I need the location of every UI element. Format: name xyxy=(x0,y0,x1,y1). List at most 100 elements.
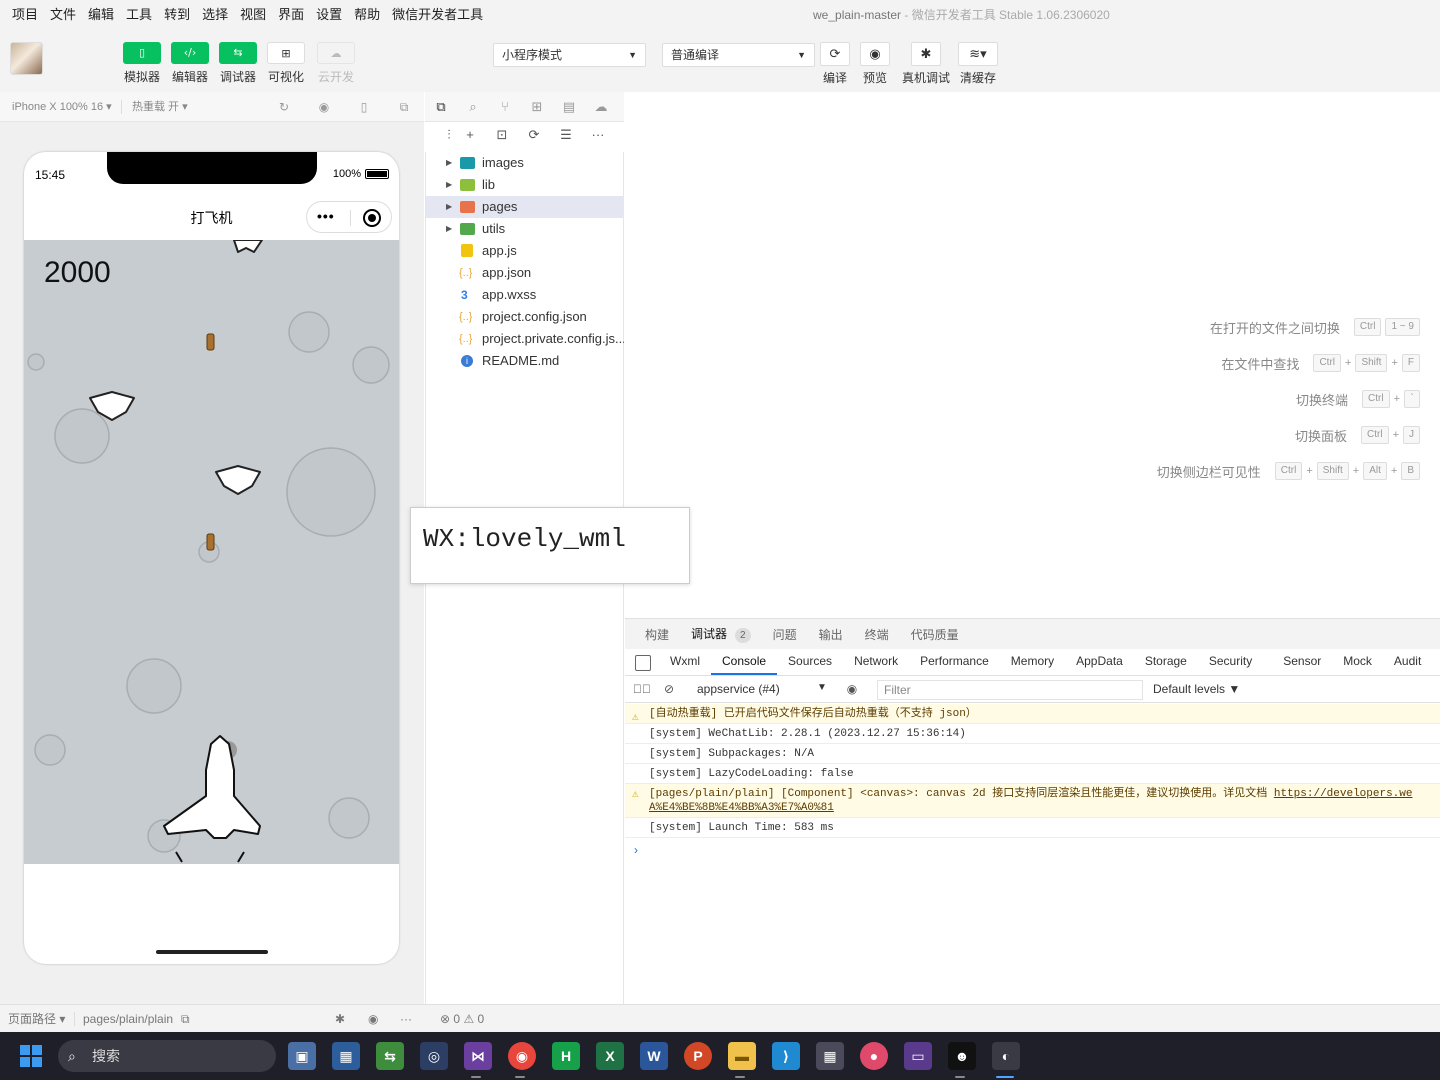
qq-icon[interactable]: ☻ xyxy=(948,1042,976,1070)
more-icon[interactable]: ••• xyxy=(317,208,335,224)
popout-icon[interactable]: ⧉ xyxy=(397,100,411,114)
stop-icon[interactable]: ◉ xyxy=(317,100,331,114)
pycharm-icon[interactable]: ◎ xyxy=(420,1042,448,1070)
menu-interface[interactable]: 界面 xyxy=(272,0,310,30)
close-mini-program-icon[interactable] xyxy=(363,209,381,227)
tree-item-app-wxss[interactable]: 3 app.wxss xyxy=(426,284,624,306)
sidebar-toggle-icon[interactable]: ▸⃞ xyxy=(633,681,651,697)
tree-item-project-config[interactable]: {..} project.config.json xyxy=(426,306,624,328)
excel-icon[interactable]: X xyxy=(596,1042,624,1070)
editor-button[interactable]: ‹/› 编辑器 xyxy=(170,42,210,85)
menu-edit[interactable]: 编辑 xyxy=(82,0,120,30)
docs-link[interactable]: https://developers.we xyxy=(1274,788,1413,800)
context-select[interactable]: appservice (#4) xyxy=(697,682,780,696)
menu-project[interactable]: 项目 xyxy=(0,0,44,30)
visual-button[interactable]: ⊞ 可视化 xyxy=(266,42,306,85)
compile-select[interactable]: 普通编译 ▼ xyxy=(662,43,815,67)
tab-storage[interactable]: Storage xyxy=(1134,649,1198,675)
taskbar-search[interactable]: ⌕ 搜索 xyxy=(58,1040,276,1072)
menu-select[interactable]: 选择 xyxy=(196,0,234,30)
more-icon[interactable]: ··· xyxy=(590,127,606,143)
preview-button[interactable]: ◉ 预览 xyxy=(855,42,895,86)
more-icon[interactable]: ··· xyxy=(400,1005,412,1033)
device-select[interactable]: iPhone X 100% 16 ▾ xyxy=(12,92,112,122)
network-tool-icon[interactable]: ▦ xyxy=(332,1042,360,1070)
tree-item-app-json[interactable]: {..} app.json xyxy=(426,262,624,284)
tab-sources[interactable]: Sources xyxy=(777,649,843,675)
collapse-all-icon[interactable]: ☰ xyxy=(558,127,574,143)
visual-studio-icon[interactable]: ⋈ xyxy=(464,1042,492,1070)
search-icon[interactable]: ⌕ xyxy=(465,99,481,115)
bug-icon[interactable]: ✱ xyxy=(335,1005,345,1033)
new-file-icon[interactable]: + xyxy=(462,127,478,143)
capsule-button[interactable]: ••• xyxy=(306,201,392,233)
vscode-icon[interactable]: ⟩ xyxy=(772,1042,800,1070)
tab-sensor[interactable]: Sensor xyxy=(1263,649,1332,675)
tab-output[interactable]: 输出 xyxy=(819,626,843,643)
eye-icon[interactable]: ◉ xyxy=(844,681,860,697)
device-icon[interactable]: ▯ xyxy=(357,100,371,114)
rotate-icon[interactable]: ↻ xyxy=(277,100,291,114)
debugger-button[interactable]: ⇆ 调试器 xyxy=(218,42,258,85)
tree-item-utils[interactable]: ▶ utils xyxy=(426,218,624,240)
tree-item-images[interactable]: ▶ images xyxy=(426,152,624,174)
calculator-icon[interactable]: ▦ xyxy=(816,1042,844,1070)
tree-item-lib[interactable]: ▶ lib xyxy=(426,174,624,196)
log-levels-select[interactable]: Default levels ▼ xyxy=(1153,682,1240,696)
problems-summary[interactable]: ⊗ 0 ⚠ 0 xyxy=(440,1005,484,1033)
tree-item-readme[interactable]: i README.md xyxy=(426,350,624,372)
tab-build[interactable]: 构建 xyxy=(645,626,669,643)
chrome-icon[interactable]: ◉ xyxy=(508,1042,536,1070)
eye-icon[interactable]: ◉ xyxy=(368,1005,378,1033)
copy-icon[interactable]: ⧉ xyxy=(181,1005,190,1033)
console-prompt[interactable]: › xyxy=(634,843,638,857)
tab-problems[interactable]: 问题 xyxy=(773,626,797,643)
mode-select[interactable]: 小程序模式 ▼ xyxy=(493,43,646,67)
tab-code-quality[interactable]: 代码质量 xyxy=(911,626,959,643)
hbuilder-icon[interactable]: H xyxy=(552,1042,580,1070)
collapse-icon[interactable]: ⫶ xyxy=(441,127,457,143)
remote-debug-button[interactable]: ✱ 真机调试 xyxy=(902,42,950,86)
cloud-button[interactable]: ☁ 云开发 xyxy=(316,42,356,85)
hot-reload-select[interactable]: 热重载 开 ▾ xyxy=(132,92,188,122)
clear-console-icon[interactable]: ⊘ xyxy=(661,681,677,697)
game-canvas[interactable]: 2000 xyxy=(24,240,399,864)
tab-audits[interactable]: Audit xyxy=(1383,649,1432,675)
menu-file[interactable]: 文件 xyxy=(44,0,82,30)
tab-performance[interactable]: Performance xyxy=(909,649,1000,675)
refresh-icon[interactable]: ⟳ xyxy=(526,127,542,143)
menu-help[interactable]: 帮助 xyxy=(348,0,386,30)
tab-security[interactable]: Security xyxy=(1198,649,1263,675)
tab-mock[interactable]: Mock xyxy=(1332,649,1383,675)
tree-item-project-private-config[interactable]: {..} project.private.config.js... xyxy=(426,328,624,350)
menu-view[interactable]: 视图 xyxy=(234,0,272,30)
page-path-select[interactable]: 页面路径 ▾ xyxy=(8,1005,65,1033)
tab-wxml[interactable]: Wxml xyxy=(659,649,711,675)
tab-network[interactable]: Network xyxy=(843,649,909,675)
source-control-icon[interactable]: ⑂ xyxy=(497,99,513,115)
files-icon[interactable]: ⧉ xyxy=(433,99,449,115)
windows-start-icon[interactable] xyxy=(20,1045,42,1067)
compile-button[interactable]: ⟳ 编译 xyxy=(815,42,855,86)
terminal-icon[interactable]: ▭ xyxy=(904,1042,932,1070)
extensions-icon[interactable]: ⊞ xyxy=(529,99,545,115)
simulator-button[interactable]: ▯ 模拟器 xyxy=(122,42,162,85)
word-icon[interactable]: W xyxy=(640,1042,668,1070)
folder-icon[interactable]: ▬ xyxy=(728,1042,756,1070)
storage-icon[interactable]: ▤ xyxy=(561,99,577,115)
menu-goto[interactable]: 转到 xyxy=(158,0,196,30)
clear-cache-button[interactable]: ≋▾ 清缓存 xyxy=(957,42,999,86)
filter-input[interactable]: Filter xyxy=(877,680,1143,700)
docs-link-continued[interactable]: A%E4%BE%8B%E4%BB%A3%E7%A0%81 xyxy=(649,802,834,814)
menu-settings[interactable]: 设置 xyxy=(310,0,348,30)
inspect-element-icon[interactable] xyxy=(635,655,651,671)
sync-tool-icon[interactable]: ⇆ xyxy=(376,1042,404,1070)
file-manager-icon[interactable]: ▣ xyxy=(288,1042,316,1070)
new-folder-icon[interactable]: ⊡ xyxy=(494,127,510,143)
tree-item-app-js[interactable]: app.js xyxy=(426,240,624,262)
powerpoint-icon[interactable]: P xyxy=(684,1042,712,1070)
tab-console[interactable]: Console xyxy=(711,649,778,675)
menu-devtools[interactable]: 微信开发者工具 xyxy=(386,0,489,30)
tree-item-pages[interactable]: ▶ pages xyxy=(426,196,624,218)
menu-tools[interactable]: 工具 xyxy=(120,0,158,30)
